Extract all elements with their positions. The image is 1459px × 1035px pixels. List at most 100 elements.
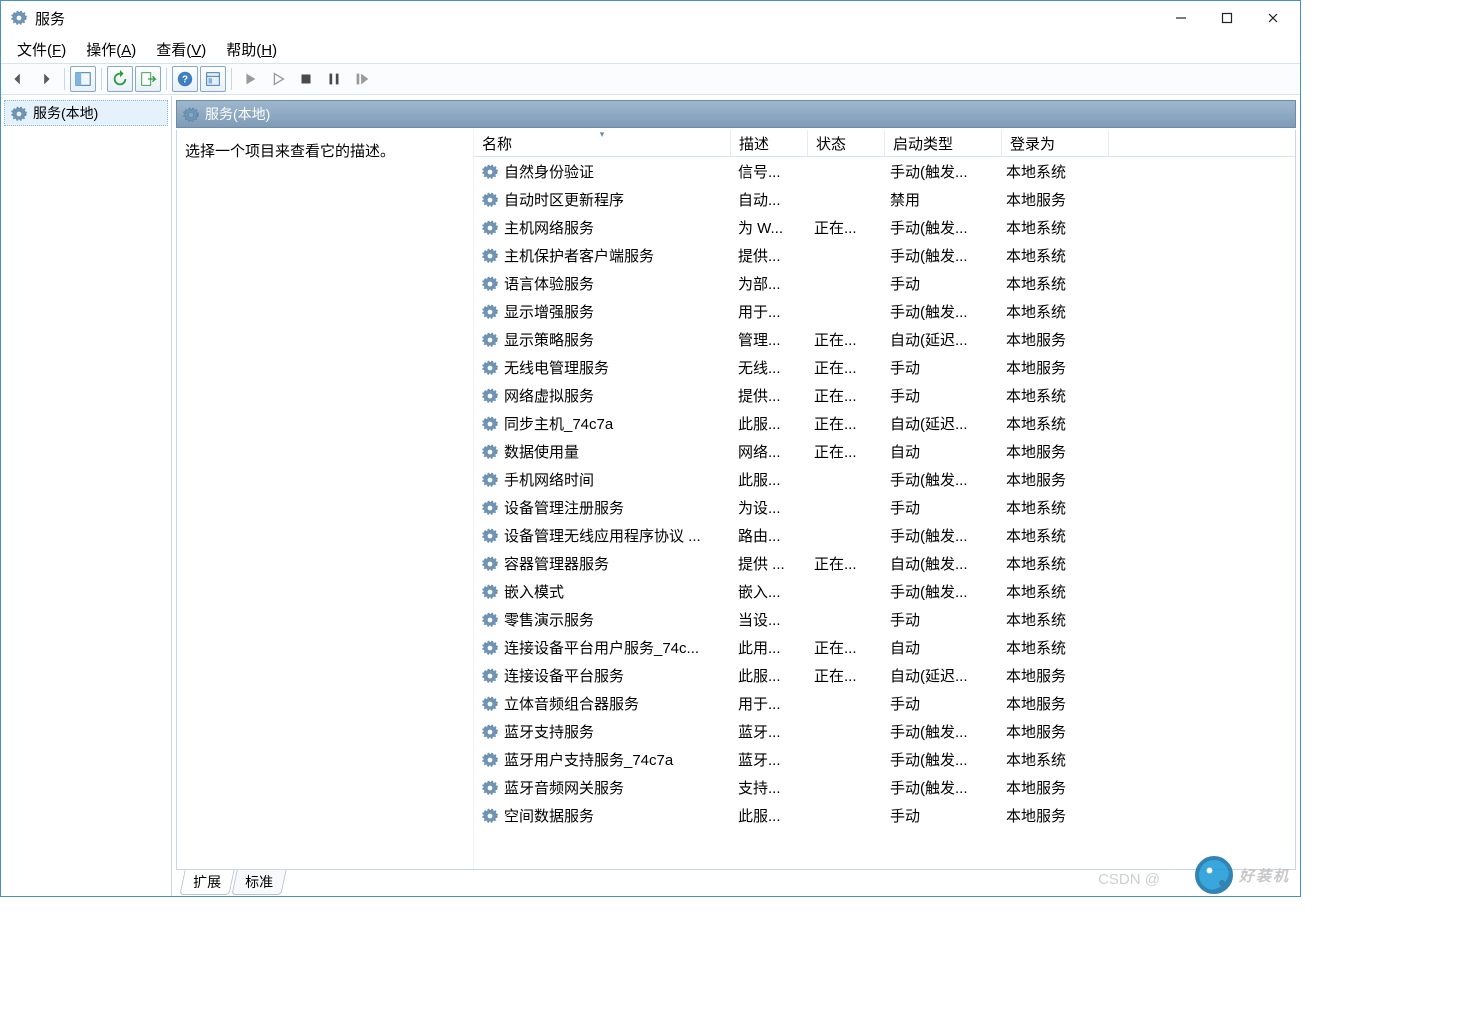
gear-icon — [482, 694, 498, 711]
cell-status: 正在... — [806, 441, 882, 462]
gear-icon — [482, 302, 498, 319]
service-row[interactable]: 语言体验服务为部...手动本地系统 — [474, 269, 1295, 297]
cell-logon-as: 本地系统 — [998, 217, 1104, 238]
csdn-watermark: CSDN @ — [1098, 871, 1160, 888]
minimize-button[interactable] — [1158, 3, 1204, 33]
cell-status: 正在... — [806, 357, 882, 378]
service-name: 容器管理器服务 — [504, 553, 609, 574]
service-row[interactable]: 嵌入模式嵌入...手动(触发...本地系统 — [474, 577, 1295, 605]
pause-service-button[interactable] — [321, 66, 347, 92]
menu-action[interactable]: 操作(A) — [76, 37, 146, 62]
service-row[interactable]: 设备管理无线应用程序协议 ...路由...手动(触发...本地系统 — [474, 521, 1295, 549]
cell-description: 此服... — [730, 665, 806, 686]
service-row[interactable]: 蓝牙音频网关服务支持...手动(触发...本地服务 — [474, 773, 1295, 801]
service-row[interactable]: 立体音频组合器服务用于...手动本地服务 — [474, 689, 1295, 717]
cell-logon-as: 本地服务 — [998, 441, 1104, 462]
gear-icon — [482, 582, 498, 599]
cell-description: 蓝牙... — [730, 721, 806, 742]
service-row[interactable]: 主机保护者客户端服务提供...手动(触发...本地系统 — [474, 241, 1295, 269]
cell-startup-type: 自动(延迟... — [882, 329, 998, 350]
tree-item-services-local[interactable]: 服务(本地) — [4, 100, 168, 126]
cell-logon-as: 本地服务 — [998, 693, 1104, 714]
sort-indicator-icon: ▾ — [600, 129, 605, 140]
refresh-button[interactable] — [107, 66, 133, 92]
service-row[interactable]: 手机网络时间此服...手动(触发...本地服务 — [474, 465, 1295, 493]
gear-icon — [482, 498, 498, 515]
service-row[interactable]: 显示增强服务用于...手动(触发...本地系统 — [474, 297, 1295, 325]
service-row[interactable]: 数据使用量网络...正在...自动本地服务 — [474, 437, 1295, 465]
service-name: 蓝牙用户支持服务_74c7a — [504, 749, 673, 770]
cell-startup-type: 手动 — [882, 609, 998, 630]
column-header-logon-as[interactable]: 登录为 — [1002, 130, 1109, 156]
cell-description: 此服... — [730, 469, 806, 490]
nav-forward-button[interactable] — [33, 66, 59, 92]
service-row[interactable]: 自动时区更新程序自动...禁用本地服务 — [474, 185, 1295, 213]
service-name: 网络虚拟服务 — [504, 385, 594, 406]
export-list-button[interactable] — [135, 66, 161, 92]
cell-description: 无线... — [730, 357, 806, 378]
properties-button[interactable] — [200, 66, 226, 92]
service-row[interactable]: 无线电管理服务无线...正在...手动本地服务 — [474, 353, 1295, 381]
cell-logon-as: 本地系统 — [998, 245, 1104, 266]
service-name: 无线电管理服务 — [504, 357, 609, 378]
column-header-status[interactable]: 状态 — [808, 130, 885, 156]
start-service-alt-button[interactable] — [265, 66, 291, 92]
service-name: 主机网络服务 — [504, 217, 594, 238]
gear-icon — [482, 722, 498, 739]
service-row[interactable]: 主机网络服务为 W...正在...手动(触发...本地系统 — [474, 213, 1295, 241]
cell-logon-as: 本地服务 — [998, 665, 1104, 686]
service-row[interactable]: 连接设备平台用户服务_74c...此用...正在...自动本地系统 — [474, 633, 1295, 661]
cell-description: 此用... — [730, 637, 806, 658]
cell-name: 蓝牙支持服务 — [474, 721, 730, 742]
cell-logon-as: 本地服务 — [998, 469, 1104, 490]
service-row[interactable]: 显示策略服务管理...正在...自动(延迟...本地服务 — [474, 325, 1295, 353]
start-service-button[interactable] — [237, 66, 263, 92]
gear-icon — [183, 105, 199, 122]
service-name: 零售演示服务 — [504, 609, 594, 630]
column-header-description[interactable]: 描述 — [731, 130, 808, 156]
cell-startup-type: 手动(触发... — [882, 777, 998, 798]
cell-startup-type: 手动(触发... — [882, 581, 998, 602]
list-body[interactable]: 自然身份验证信号...手动(触发...本地系统自动时区更新程序自动...禁用本地… — [474, 157, 1295, 869]
close-button[interactable] — [1250, 3, 1296, 33]
column-header-name[interactable]: 名称 ▾ — [474, 130, 731, 156]
show-hide-tree-button[interactable] — [70, 66, 96, 92]
cell-name: 网络虚拟服务 — [474, 385, 730, 406]
restart-service-button[interactable] — [349, 66, 375, 92]
cell-status: 正在... — [806, 553, 882, 574]
service-row[interactable]: 零售演示服务当设...手动本地系统 — [474, 605, 1295, 633]
cell-logon-as: 本地服务 — [998, 805, 1104, 826]
cell-startup-type: 手动(触发... — [882, 525, 998, 546]
nav-back-button[interactable] — [5, 66, 31, 92]
cell-description: 用于... — [730, 301, 806, 322]
cell-name: 同步主机_74c7a — [474, 413, 730, 434]
service-row[interactable]: 空间数据服务此服...手动本地服务 — [474, 801, 1295, 829]
service-row[interactable]: 设备管理注册服务为设...手动本地系统 — [474, 493, 1295, 521]
cell-startup-type: 手动(触发... — [882, 301, 998, 322]
menu-help[interactable]: 帮助(H) — [216, 37, 287, 62]
service-name: 显示策略服务 — [504, 329, 594, 350]
help-button[interactable]: ? — [172, 66, 198, 92]
stop-service-button[interactable] — [293, 66, 319, 92]
cell-name: 蓝牙用户支持服务_74c7a — [474, 749, 730, 770]
menu-file[interactable]: 文件(F) — [7, 37, 76, 62]
cell-logon-as: 本地系统 — [998, 637, 1104, 658]
menubar: 文件(F) 操作(A) 查看(V) 帮助(H) — [1, 35, 1300, 63]
column-header-startup-type[interactable]: 启动类型 — [885, 130, 1002, 156]
maximize-button[interactable] — [1204, 3, 1250, 33]
service-row[interactable]: 自然身份验证信号...手动(触发...本地系统 — [474, 157, 1295, 185]
service-row[interactable]: 连接设备平台服务此服...正在...自动(延迟...本地服务 — [474, 661, 1295, 689]
service-row[interactable]: 蓝牙用户支持服务_74c7a蓝牙...手动(触发...本地系统 — [474, 745, 1295, 773]
cell-description: 支持... — [730, 777, 806, 798]
tab-standard[interactable]: 标准 — [231, 870, 286, 895]
service-row[interactable]: 同步主机_74c7a此服...正在...自动(延迟...本地系统 — [474, 409, 1295, 437]
cell-name: 显示策略服务 — [474, 329, 730, 350]
menu-view[interactable]: 查看(V) — [146, 37, 216, 62]
service-row[interactable]: 网络虚拟服务提供...正在...手动本地系统 — [474, 381, 1295, 409]
tab-extended[interactable]: 扩展 — [179, 870, 234, 895]
cell-logon-as: 本地系统 — [998, 553, 1104, 574]
gear-icon — [482, 246, 498, 263]
service-row[interactable]: 容器管理器服务提供 ...正在...自动(触发...本地系统 — [474, 549, 1295, 577]
service-row[interactable]: 蓝牙支持服务蓝牙...手动(触发...本地服务 — [474, 717, 1295, 745]
brand-watermark: 好装机 — [1195, 856, 1290, 894]
